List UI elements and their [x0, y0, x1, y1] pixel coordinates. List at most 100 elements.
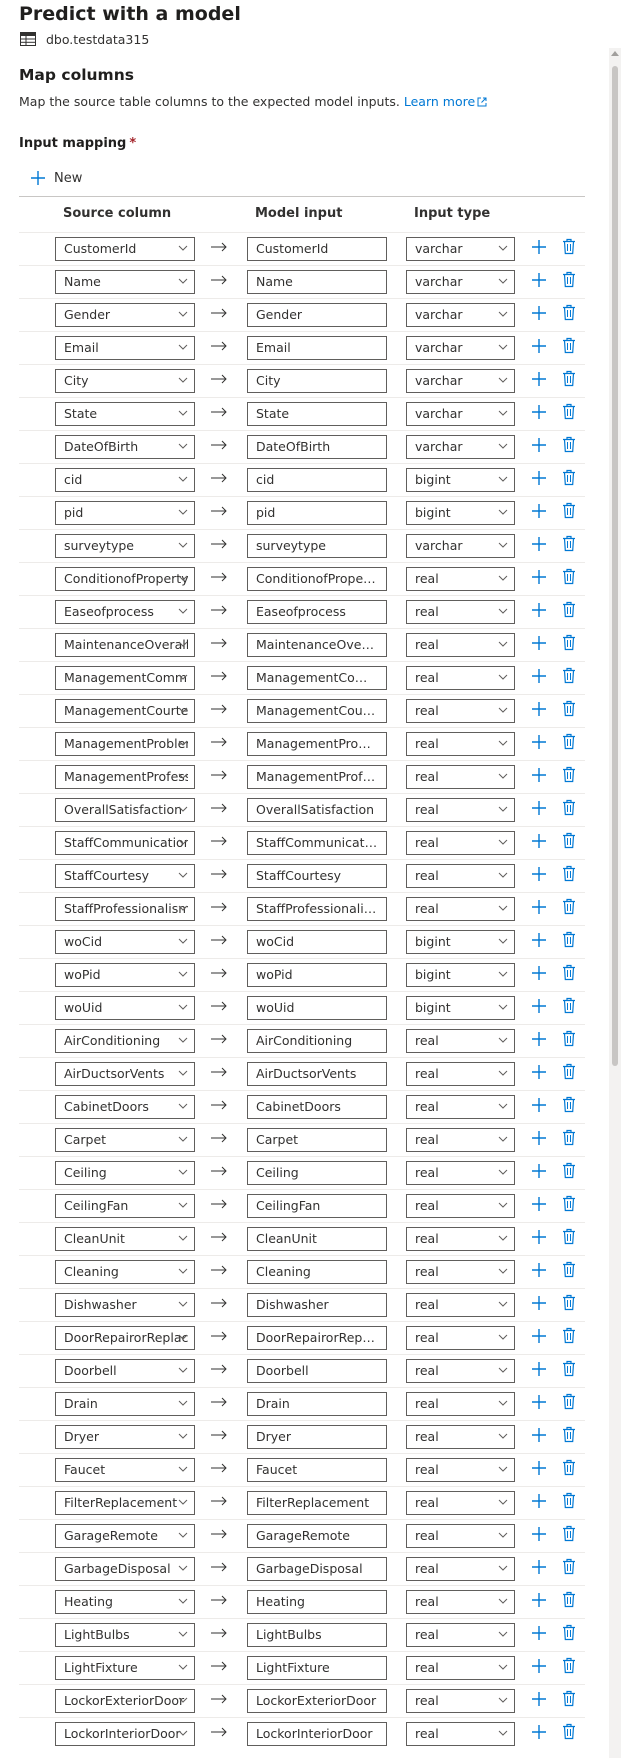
- source-column-dropdown[interactable]: ConditionofProperty: [55, 567, 195, 591]
- source-column-dropdown[interactable]: Ceiling: [55, 1161, 195, 1185]
- model-input-field[interactable]: Doorbell: [247, 1359, 387, 1383]
- trash-icon[interactable]: [562, 898, 576, 915]
- trash-icon[interactable]: [562, 436, 576, 453]
- model-input-field[interactable]: City: [247, 369, 387, 393]
- source-column-dropdown[interactable]: Dishwasher: [55, 1293, 195, 1317]
- trash-icon[interactable]: [562, 1294, 576, 1311]
- source-column-dropdown[interactable]: State: [55, 402, 195, 426]
- plus-icon[interactable]: [531, 701, 547, 717]
- plus-icon[interactable]: [531, 734, 547, 750]
- source-column-dropdown[interactable]: ManagementProblemR: [55, 732, 195, 756]
- source-column-dropdown[interactable]: LightFixture: [55, 1656, 195, 1680]
- source-column-dropdown[interactable]: StaffCourtesy: [55, 864, 195, 888]
- plus-icon[interactable]: [531, 800, 547, 816]
- source-column-dropdown[interactable]: Email: [55, 336, 195, 360]
- source-column-dropdown[interactable]: Name: [55, 270, 195, 294]
- model-input-field[interactable]: GarageRemote: [247, 1524, 387, 1548]
- input-type-dropdown[interactable]: real: [406, 1689, 515, 1713]
- input-type-dropdown[interactable]: varchar: [406, 402, 515, 426]
- input-type-dropdown[interactable]: real: [406, 1524, 515, 1548]
- model-input-field[interactable]: surveytype: [247, 534, 387, 558]
- input-type-dropdown[interactable]: varchar: [406, 534, 515, 558]
- input-type-dropdown[interactable]: bigint: [406, 468, 515, 492]
- plus-icon[interactable]: [531, 1493, 547, 1509]
- input-type-dropdown[interactable]: real: [406, 699, 515, 723]
- model-input-field[interactable]: DateOfBirth: [247, 435, 387, 459]
- input-type-dropdown[interactable]: real: [406, 1260, 515, 1284]
- plus-icon[interactable]: [531, 536, 547, 552]
- trash-icon[interactable]: [562, 964, 576, 981]
- scrollbar[interactable]: [609, 48, 621, 1758]
- plus-icon[interactable]: [531, 437, 547, 453]
- source-column-dropdown[interactable]: cid: [55, 468, 195, 492]
- source-column-dropdown[interactable]: surveytype: [55, 534, 195, 558]
- trash-icon[interactable]: [562, 370, 576, 387]
- model-input-field[interactable]: StaffProfessionalism: [247, 897, 387, 921]
- source-column-dropdown[interactable]: woUid: [55, 996, 195, 1020]
- source-column-dropdown[interactable]: pid: [55, 501, 195, 525]
- trash-icon[interactable]: [562, 502, 576, 519]
- trash-icon[interactable]: [562, 271, 576, 288]
- source-column-dropdown[interactable]: MaintenanceOverallSat: [55, 633, 195, 657]
- source-column-dropdown[interactable]: Doorbell: [55, 1359, 195, 1383]
- trash-icon[interactable]: [562, 997, 576, 1014]
- input-type-dropdown[interactable]: real: [406, 1425, 515, 1449]
- trash-icon[interactable]: [562, 1162, 576, 1179]
- input-type-dropdown[interactable]: real: [406, 600, 515, 624]
- plus-icon[interactable]: [531, 1229, 547, 1245]
- input-type-dropdown[interactable]: real: [406, 798, 515, 822]
- source-column-dropdown[interactable]: CabinetDoors: [55, 1095, 195, 1119]
- source-column-dropdown[interactable]: LockorInteriorDoor: [55, 1722, 195, 1746]
- trash-icon[interactable]: [562, 733, 576, 750]
- plus-icon[interactable]: [531, 1031, 547, 1047]
- trash-icon[interactable]: [562, 1129, 576, 1146]
- model-input-field[interactable]: woPid: [247, 963, 387, 987]
- source-column-dropdown[interactable]: LightBulbs: [55, 1623, 195, 1647]
- plus-icon[interactable]: [531, 1328, 547, 1344]
- plus-icon[interactable]: [531, 404, 547, 420]
- trash-icon[interactable]: [562, 535, 576, 552]
- trash-icon[interactable]: [562, 304, 576, 321]
- trash-icon[interactable]: [562, 1591, 576, 1608]
- input-type-dropdown[interactable]: bigint: [406, 963, 515, 987]
- source-column-dropdown[interactable]: CleanUnit: [55, 1227, 195, 1251]
- input-type-dropdown[interactable]: real: [406, 1656, 515, 1680]
- source-column-dropdown[interactable]: Faucet: [55, 1458, 195, 1482]
- plus-icon[interactable]: [531, 1625, 547, 1641]
- trash-icon[interactable]: [562, 1624, 576, 1641]
- model-input-field[interactable]: cid: [247, 468, 387, 492]
- plus-icon[interactable]: [531, 1196, 547, 1212]
- source-column-dropdown[interactable]: ManagementCourtesy: [55, 699, 195, 723]
- input-type-dropdown[interactable]: real: [406, 1590, 515, 1614]
- source-column-dropdown[interactable]: StaffCommunication: [55, 831, 195, 855]
- plus-icon[interactable]: [531, 767, 547, 783]
- model-input-field[interactable]: FilterReplacement: [247, 1491, 387, 1515]
- trash-icon[interactable]: [562, 634, 576, 651]
- trash-icon[interactable]: [562, 1657, 576, 1674]
- trash-icon[interactable]: [562, 1393, 576, 1410]
- input-type-dropdown[interactable]: bigint: [406, 996, 515, 1020]
- source-column-dropdown[interactable]: Drain: [55, 1392, 195, 1416]
- model-input-field[interactable]: CeilingFan: [247, 1194, 387, 1218]
- model-input-field[interactable]: ConditionofProperty: [247, 567, 387, 591]
- plus-icon[interactable]: [531, 1460, 547, 1476]
- plus-icon[interactable]: [531, 569, 547, 585]
- source-column-dropdown[interactable]: StaffProfessionalism: [55, 897, 195, 921]
- model-input-field[interactable]: CabinetDoors: [247, 1095, 387, 1119]
- trash-icon[interactable]: [562, 799, 576, 816]
- input-type-dropdown[interactable]: bigint: [406, 501, 515, 525]
- model-input-field[interactable]: woCid: [247, 930, 387, 954]
- model-input-field[interactable]: Dryer: [247, 1425, 387, 1449]
- trash-icon[interactable]: [562, 1525, 576, 1542]
- plus-icon[interactable]: [531, 239, 547, 255]
- source-column-dropdown[interactable]: DoorRepairorReplace: [55, 1326, 195, 1350]
- model-input-field[interactable]: State: [247, 402, 387, 426]
- source-column-dropdown[interactable]: GarbageDisposal: [55, 1557, 195, 1581]
- source-column-dropdown[interactable]: Carpet: [55, 1128, 195, 1152]
- trash-icon[interactable]: [562, 1723, 576, 1740]
- model-input-field[interactable]: ManagementCom...: [247, 666, 387, 690]
- source-column-dropdown[interactable]: FilterReplacement: [55, 1491, 195, 1515]
- input-type-dropdown[interactable]: real: [406, 1491, 515, 1515]
- source-column-dropdown[interactable]: GarageRemote: [55, 1524, 195, 1548]
- trash-icon[interactable]: [562, 1063, 576, 1080]
